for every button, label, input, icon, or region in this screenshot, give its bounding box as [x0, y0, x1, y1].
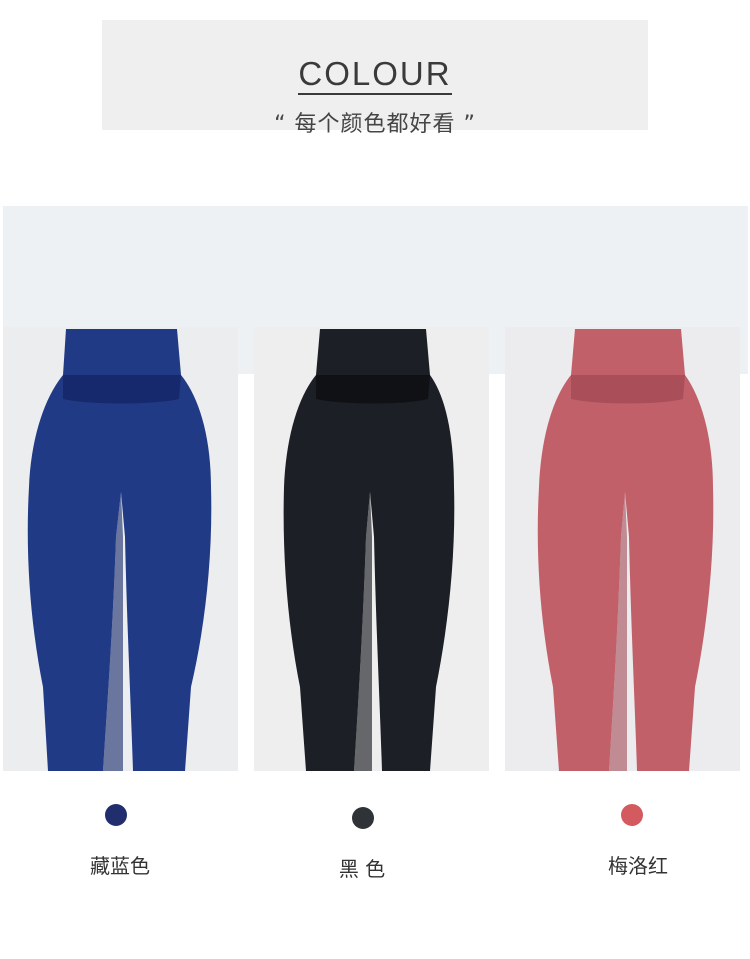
- swatch-navy[interactable]: [105, 804, 127, 826]
- product-photo-merlot[interactable]: [505, 327, 740, 771]
- product-photo-black[interactable]: [254, 327, 489, 771]
- product-photo-navy[interactable]: [3, 327, 238, 771]
- header-banner: COLOUR “ 每个颜色都好看 ”: [102, 20, 648, 137]
- swatch-label-black: 黑 色: [338, 857, 386, 881]
- swatch-merlot[interactable]: [621, 804, 643, 826]
- header-subtitle: “ 每个颜色都好看 ”: [274, 112, 476, 137]
- header-title: COLOUR: [102, 56, 648, 95]
- swatch-label-navy: 藏蓝色: [90, 854, 150, 878]
- swatch-black[interactable]: [352, 807, 374, 829]
- swatch-label-merlot: 梅洛红: [608, 854, 668, 878]
